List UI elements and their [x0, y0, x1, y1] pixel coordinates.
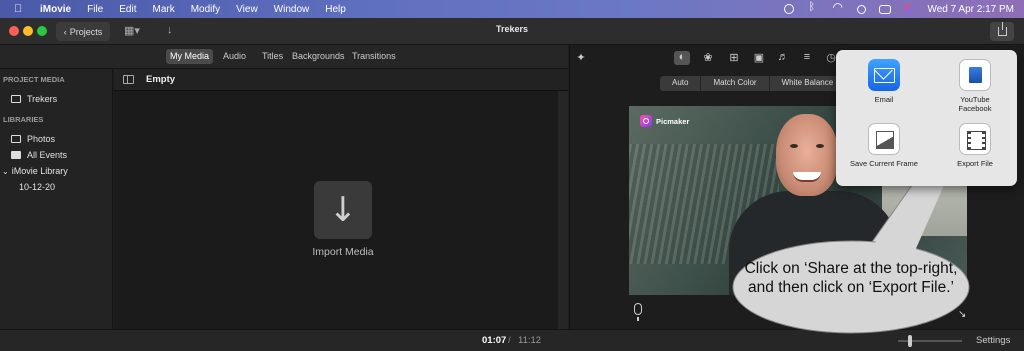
share-youtube-facebook-option[interactable]: YouTube Facebook	[935, 59, 1015, 113]
import-media-label[interactable]: Import Media	[292, 246, 394, 258]
clapboard-icon	[11, 95, 21, 103]
volume-icon[interactable]: ♬	[775, 51, 791, 65]
menu-mark[interactable]: Mark	[152, 4, 174, 15]
menu-window[interactable]: Window	[274, 4, 310, 15]
share-icon	[997, 22, 1007, 36]
photos-icon	[11, 135, 21, 143]
watermark-label: Picmaker	[656, 116, 690, 126]
share-option-label: Email	[874, 96, 894, 104]
zoom-slider-knob[interactable]	[908, 335, 912, 347]
libraries-sidebar: PROJECT MEDIA Trekers LIBRARIES Photos A…	[0, 69, 113, 329]
white-balance-button[interactable]: White Balance	[770, 76, 847, 91]
sidebar-item-event[interactable]: 10-12-20	[19, 182, 55, 192]
share-option-label: YouTube Facebook	[958, 96, 992, 113]
share-option-label: Export File	[957, 160, 993, 168]
tab-audio[interactable]: Audio	[219, 49, 250, 64]
control-center-icon[interactable]	[879, 4, 892, 14]
share-save-frame-option[interactable]: Save Current Frame	[844, 123, 924, 169]
project-media-heading: PROJECT MEDIA	[3, 75, 65, 84]
media-browser: Empty ↓ Import Media	[114, 69, 568, 329]
sidebar-item-label: Trekers	[27, 94, 58, 104]
sidebar-item-label: Photos	[27, 134, 56, 144]
color-palette-icon[interactable]: ❀	[700, 51, 716, 65]
sidebar-item-label: iMovie Library	[11, 166, 68, 176]
share-button[interactable]	[990, 22, 1014, 41]
browser-header: Empty	[114, 69, 568, 91]
tab-backgrounds[interactable]: Backgrounds	[288, 49, 349, 64]
envelope-icon	[868, 59, 900, 91]
auto-button[interactable]: Auto	[660, 76, 702, 91]
callout-instruction: Click on ‘Share at the top-right, and th…	[744, 260, 958, 296]
image-frame-icon	[868, 123, 900, 155]
chevron-down-icon[interactable]: ⌄	[2, 167, 9, 176]
color-balance-icon[interactable]: ◐	[674, 51, 690, 65]
spotlight-search-icon[interactable]	[857, 4, 867, 14]
film-strip-icon	[959, 123, 991, 155]
tab-transitions[interactable]: Transitions	[348, 49, 400, 64]
menu-help[interactable]: Help	[325, 4, 346, 15]
bluetooth-icon[interactable]	[807, 1, 819, 14]
sidebar-item-label: 10-12-20	[19, 182, 56, 192]
menu-view[interactable]: View	[236, 4, 258, 15]
share-email-option[interactable]: Email	[844, 59, 924, 105]
person-head	[776, 114, 838, 196]
import-media-button[interactable]: ↓	[314, 181, 372, 239]
share-export-file-option[interactable]: Export File	[935, 123, 1015, 169]
person-eyes	[790, 144, 824, 149]
wifi-icon[interactable]	[832, 0, 844, 14]
sidebar-item-all-events[interactable]: All Events	[11, 150, 67, 160]
current-timecode: 01:07	[482, 335, 507, 346]
menu-edit[interactable]: Edit	[119, 4, 136, 15]
menu-file[interactable]: File	[87, 4, 103, 15]
tab-titles[interactable]: Titles	[258, 49, 287, 64]
menu-clock[interactable]: Wed 7 Apr 2:17 PM	[927, 4, 1014, 15]
sidebar-item-project[interactable]: Trekers	[11, 94, 57, 104]
picmaker-watermark: Picmaker	[640, 115, 689, 127]
magic-wand-icon[interactable]: ✦	[573, 51, 589, 65]
sidebar-toggle-icon[interactable]	[123, 75, 134, 84]
match-color-button[interactable]: Match Color	[701, 76, 770, 91]
media-tab-bar: My Media Audio Titles Backgrounds Transi…	[0, 45, 568, 69]
share-option-label: Save Current Frame	[850, 160, 918, 168]
timecode-separator: /	[508, 335, 511, 346]
sidebar-item-library[interactable]: ⌄ iMovie Library	[2, 166, 68, 176]
stabilization-camera-icon[interactable]: ▣	[751, 51, 767, 65]
window-toolbar: ‹ Projects ▦▾ ↓ Trekers	[0, 18, 1024, 45]
libraries-heading: LIBRARIES	[3, 115, 44, 124]
menu-app-name[interactable]: iMovie	[40, 4, 71, 15]
tab-my-media[interactable]: My Media	[166, 49, 214, 64]
menu-extras: Wed 7 Apr 2:17 PM	[784, 0, 1014, 18]
play-status-icon[interactable]	[784, 4, 795, 14]
microphone-icon[interactable]	[634, 303, 642, 321]
browser-scrollbar[interactable]	[558, 91, 568, 329]
window-title: Trekers	[495, 24, 529, 34]
picmaker-logo-icon	[640, 115, 652, 127]
browser-heading: Empty	[146, 74, 176, 85]
menu-bar:  iMovie File Edit Mark Modify View Wind…	[0, 0, 1024, 18]
menu-modify[interactable]: Modify	[191, 4, 220, 15]
timeline-header: 01:07 / 11:12 Settings	[0, 329, 1024, 351]
sidebar-item-photos[interactable]: Photos	[11, 134, 55, 144]
sidebar-item-label: All Events	[27, 150, 68, 160]
share-popover: Email YouTube Facebook Save Current Fram…	[836, 50, 1017, 186]
star-events-icon	[11, 151, 21, 159]
apple-menu-icon[interactable]: 	[14, 3, 28, 15]
import-arrow-icon: ↓	[328, 190, 358, 230]
crop-icon[interactable]: ⊞	[726, 51, 742, 65]
settings-button[interactable]: Settings	[976, 335, 1010, 346]
color-adjust-bar: Auto Match Color White Balance	[660, 76, 847, 91]
equalizer-icon[interactable]: ≡	[799, 51, 815, 65]
total-duration: 11:12	[518, 335, 542, 346]
expand-fullscreen-icon[interactable]: ↘	[958, 309, 966, 320]
youtube-facebook-icon	[959, 59, 991, 91]
siri-icon[interactable]	[904, 4, 915, 14]
